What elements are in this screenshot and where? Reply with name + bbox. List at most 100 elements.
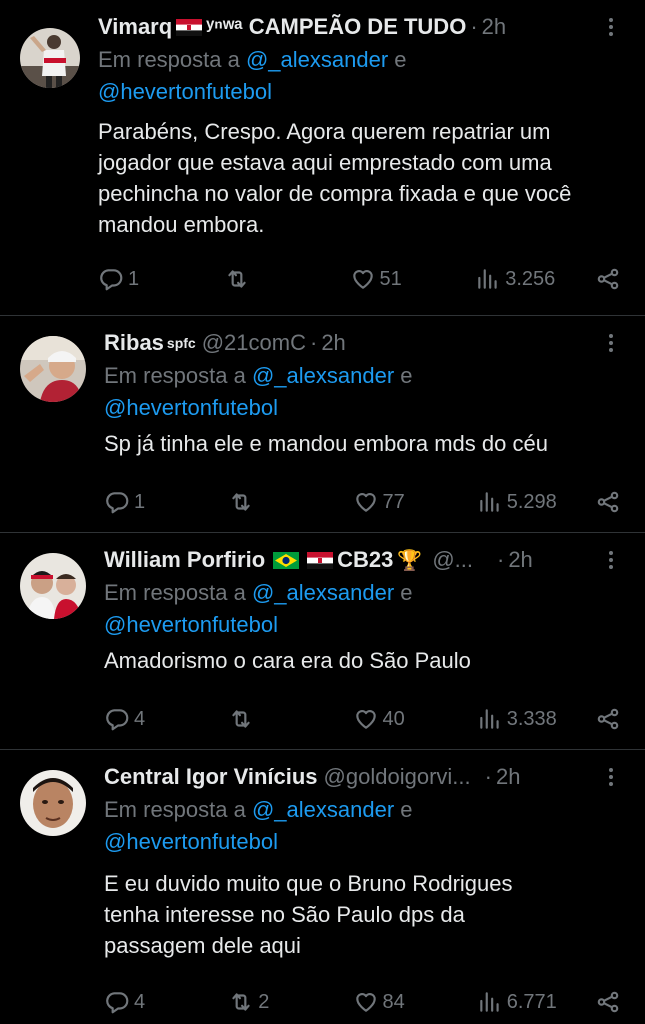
retweet-button[interactable]: [224, 266, 344, 292]
handle[interactable]: @...: [432, 547, 473, 573]
timestamp[interactable]: 2h: [482, 14, 506, 40]
like-count: 77: [382, 490, 405, 513]
views-button[interactable]: 6.771: [477, 989, 587, 1015]
reply-icon: [106, 492, 129, 514]
views-button[interactable]: 3.338: [477, 706, 587, 732]
retweet-button[interactable]: 2: [228, 989, 348, 1015]
more-icon[interactable]: [601, 14, 621, 40]
reply-count: 4: [134, 707, 146, 730]
mention-link[interactable]: @hevertonfutebol: [104, 395, 278, 420]
views-icon: [480, 492, 499, 512]
views-button[interactable]: 3.256: [475, 266, 585, 292]
display-name[interactable]: Vimarq: [98, 14, 172, 40]
more-icon[interactable]: [601, 547, 621, 573]
like-button[interactable]: 40: [353, 706, 473, 732]
reply-button[interactable]: 1: [98, 266, 218, 292]
heart-icon: [355, 710, 376, 729]
display-name[interactable]: Central Igor Vinícius: [104, 764, 318, 790]
handle[interactable]: @21comC: [202, 330, 306, 356]
like-count: 84: [382, 990, 405, 1013]
reply-conjunction: e: [388, 47, 407, 72]
mention-link[interactable]: @hevertonfutebol: [104, 829, 278, 854]
like-count: 40: [382, 707, 405, 730]
tweet-header: Central Igor Vinícius @goldoigorvi... · …: [104, 762, 625, 792]
tweet[interactable]: William Porfirio CB23 🏆 @... · 2h Em res…: [0, 533, 645, 750]
sao-paulo-flag-icon: [307, 551, 334, 569]
retweet-icon: [232, 993, 250, 1011]
views-icon: [480, 709, 499, 729]
retweet-icon: [232, 493, 250, 511]
reply-count: 1: [128, 267, 140, 290]
reply-conjunction: e: [394, 363, 413, 388]
mention-link[interactable]: @hevertonfutebol: [104, 612, 278, 637]
reply-prefix: Em resposta a: [104, 580, 252, 605]
retweet-button[interactable]: [228, 489, 348, 515]
display-name[interactable]: William Porfirio: [104, 547, 265, 573]
tweet-text: Sp já tinha ele e mandou embora mds do c…: [104, 431, 548, 456]
tweet-text: Parabéns, Crespo. Agora querem repatriar…: [98, 119, 572, 237]
mention-link[interactable]: @_alexsander: [246, 47, 388, 72]
like-button[interactable]: 84: [353, 989, 473, 1015]
separator-dot: ·: [484, 764, 492, 789]
mention-link[interactable]: @_alexsander: [252, 580, 394, 605]
avatar[interactable]: [20, 336, 86, 402]
avatar[interactable]: [20, 770, 86, 836]
retweet-icon: [232, 710, 250, 728]
reply-count: 1: [134, 490, 146, 513]
timestamp[interactable]: 2h: [321, 330, 345, 356]
action-bar: 4 2 84 6.771: [104, 977, 625, 1024]
brazil-flag-icon: [273, 551, 300, 569]
share-icon: [597, 491, 619, 513]
reply-button[interactable]: 1: [104, 489, 224, 515]
reply-icon: [100, 269, 123, 291]
share-button[interactable]: [591, 489, 621, 515]
reply-feed: Vimarq ʸⁿʷᵃ CAMPEÃO DE TUDO · 2h Em resp…: [0, 0, 645, 1024]
tweet[interactable]: Central Igor Vinícius @goldoigorvi... · …: [0, 750, 645, 1024]
views-icon: [480, 992, 499, 1012]
handle[interactable]: @goldoigorvi...: [324, 764, 471, 790]
reply-context: Em resposta a @_alexsander e @hevertonfu…: [104, 577, 625, 641]
retweet-icon: [228, 270, 246, 288]
reply-button[interactable]: 4: [104, 989, 224, 1015]
sao-paulo-flag-icon: [176, 18, 203, 36]
reply-button[interactable]: 4: [104, 706, 224, 732]
like-button[interactable]: 77: [353, 489, 473, 515]
share-icon: [597, 708, 619, 730]
heart-icon: [352, 270, 373, 289]
tweet-text: Amadorismo o cara era do São Paulo: [104, 648, 471, 673]
like-button[interactable]: 51: [350, 266, 470, 292]
reply-icon: [106, 709, 129, 731]
reply-prefix: Em resposta a: [98, 47, 246, 72]
share-button[interactable]: [591, 266, 621, 292]
more-icon[interactable]: [601, 764, 621, 790]
mention-link[interactable]: @hevertonfutebol: [98, 79, 272, 104]
timestamp[interactable]: 2h: [496, 764, 520, 790]
tweet[interactable]: Vimarq ʸⁿʷᵃ CAMPEÃO DE TUDO · 2h Em resp…: [0, 0, 645, 316]
avatar[interactable]: [20, 28, 80, 88]
share-icon: [597, 268, 619, 290]
display-name[interactable]: Ribas: [104, 330, 164, 356]
like-count: 51: [379, 267, 402, 290]
display-name-suffix[interactable]: ʸⁿʷᵃ CAMPEÃO DE TUDO: [206, 14, 466, 40]
share-button[interactable]: [591, 989, 621, 1015]
views-icon: [478, 269, 497, 289]
avatar-image: [20, 770, 86, 836]
separator-dot: ·: [309, 330, 318, 355]
views-button[interactable]: 5.298: [477, 489, 587, 515]
timestamp[interactable]: 2h: [508, 547, 532, 573]
display-name-suffix[interactable]: CB23: [337, 547, 393, 573]
tweet-header: Vimarq ʸⁿʷᵃ CAMPEÃO DE TUDO · 2h: [98, 12, 625, 42]
retweet-count: 2: [258, 990, 270, 1013]
retweet-button[interactable]: [228, 706, 348, 732]
more-icon[interactable]: [601, 330, 621, 356]
tweet-header: Ribas spfc @21comC · 2h: [104, 328, 625, 358]
trophy-icon: 🏆: [397, 549, 423, 572]
mention-link[interactable]: @_alexsander: [252, 363, 394, 388]
mention-link[interactable]: @_alexsander: [252, 797, 394, 822]
avatar[interactable]: [20, 553, 86, 619]
avatar-image: [20, 336, 86, 402]
tweet[interactable]: Ribas spfc @21comC · 2h Em resposta a @_…: [0, 316, 645, 533]
share-button[interactable]: [591, 706, 621, 732]
action-bar: 4 40 3.338: [104, 694, 625, 744]
reply-count: 4: [134, 990, 146, 1013]
